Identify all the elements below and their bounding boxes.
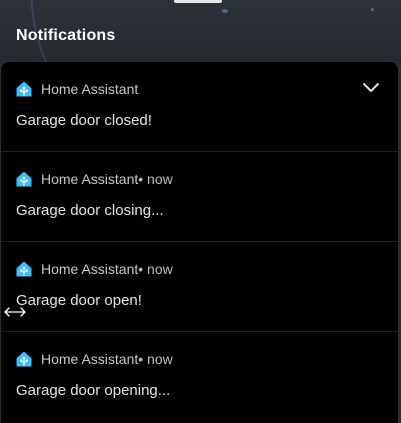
- resize-horizontal-cursor-icon: [3, 306, 27, 318]
- notification-item[interactable]: Home Assistant • now Garage door closing…: [1, 152, 398, 242]
- notification-app-name: Home Assistant: [41, 261, 139, 277]
- home-assistant-icon: [15, 80, 33, 98]
- notification-header: Home Assistant • now: [15, 170, 173, 188]
- notification-time: • now: [138, 261, 173, 277]
- notification-app-name: Home Assistant: [41, 171, 139, 187]
- wallpaper-dot: [222, 9, 228, 13]
- notification-item[interactable]: Home Assistant • now Garage door open!: [1, 242, 398, 332]
- page-title: Notifications: [16, 27, 116, 44]
- notification-message: Garage door closed!: [16, 112, 152, 129]
- home-assistant-icon: [15, 350, 33, 368]
- notification-list: Home Assistant Garage door closed! Home …: [1, 62, 398, 423]
- notification-message: Garage door opening...: [16, 382, 171, 399]
- drag-handle[interactable]: [174, 0, 222, 3]
- home-assistant-icon: [15, 260, 33, 278]
- notification-app-name: Home Assistant: [41, 351, 139, 367]
- notification-message: Garage door closing...: [16, 202, 164, 219]
- home-assistant-icon: [15, 170, 33, 188]
- notification-header: Home Assistant: [15, 80, 138, 98]
- notification-item[interactable]: Home Assistant Garage door closed!: [1, 62, 398, 152]
- notification-message: Garage door open!: [16, 292, 142, 309]
- notification-header: Home Assistant • now: [15, 350, 173, 368]
- notification-time: • now: [138, 171, 173, 187]
- notification-header: Home Assistant • now: [15, 260, 173, 278]
- notification-item[interactable]: Home Assistant • now Garage door opening…: [1, 332, 398, 421]
- chevron-down-icon[interactable]: [362, 82, 380, 94]
- wallpaper-dot: [371, 8, 374, 11]
- notification-app-name: Home Assistant: [41, 81, 139, 97]
- notification-time: • now: [138, 351, 173, 367]
